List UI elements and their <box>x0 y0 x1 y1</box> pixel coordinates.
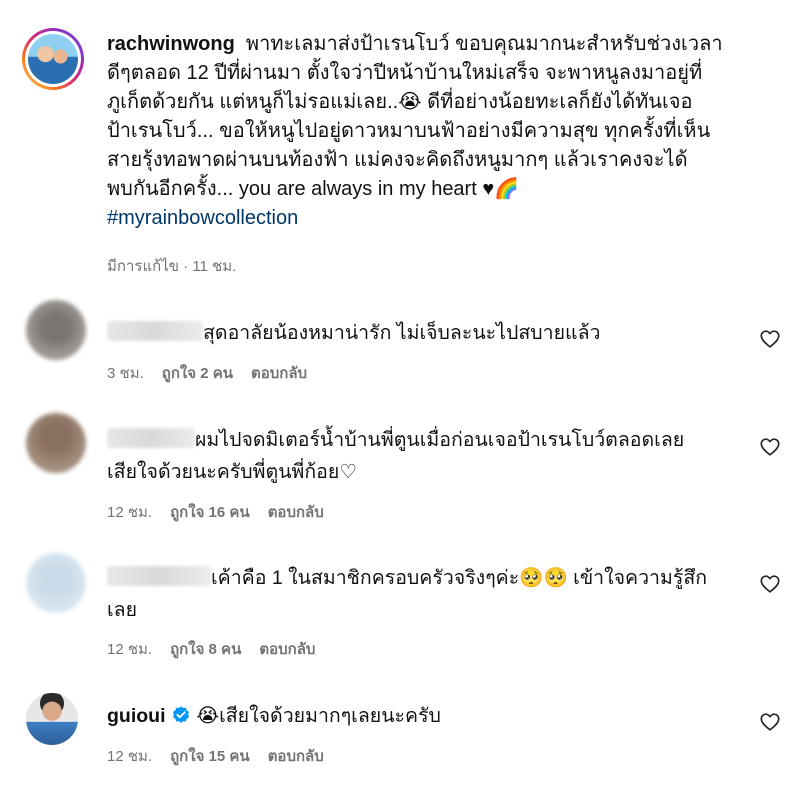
comment-avatar[interactable] <box>26 553 86 613</box>
comment-likes[interactable]: ถูกใจ 16 คน <box>170 500 250 524</box>
comment-meta: 12 ชม. ถูกใจ 8 คน ตอบกลับ <box>107 637 315 661</box>
comment-time: 12 ชม. <box>107 504 153 521</box>
verified-badge-icon <box>172 706 189 723</box>
heart-outline-icon[interactable] <box>759 573 781 595</box>
caption-line: ดีๆตลอด 12 ปีที่ผ่านมา ตั้งใจว่าปีหน้าบ้… <box>107 62 703 84</box>
blurred-username <box>107 321 203 341</box>
reply-button[interactable]: ตอบกลับ <box>251 361 307 385</box>
reply-button[interactable]: ตอบกลับ <box>268 500 324 524</box>
post-meta: มีการแก้ไข · 11 ชม. <box>107 254 236 278</box>
blurred-username <box>107 566 211 586</box>
caption-line: พบกันอีกครั้ง... you are always in my he… <box>107 178 520 200</box>
comment-text: สุดอาลัยน้องหมาน่ารัก ไม่เจ็บละนะไปสบายแ… <box>107 317 747 349</box>
comment-likes[interactable]: ถูกใจ 15 คน <box>170 744 250 768</box>
hashtag-link[interactable]: #myrainbowcollection <box>107 204 787 233</box>
comment-meta: 3 ชม. ถูกใจ 2 คน ตอบกลับ <box>107 361 307 385</box>
comment-username[interactable]: guioui <box>107 705 165 727</box>
caption-line: พาทะเลมาส่งป้าเรนโบว์ ขอบคุณมากนะสำหรับช… <box>245 33 723 55</box>
heart-outline-icon[interactable] <box>759 711 781 733</box>
reply-button[interactable]: ตอบกลับ <box>268 744 324 768</box>
avatar-photo <box>28 34 78 84</box>
comment-body: 😭เสียใจด้วยมากๆเลยนะครับ <box>196 705 441 727</box>
heart-outline-icon[interactable] <box>759 436 781 458</box>
comment-likes[interactable]: ถูกใจ 2 คน <box>162 361 233 385</box>
comment-text: ผมไปจดมิเตอร์น้ำบ้านพี่ตูนเมื่อก่อนเจอป้… <box>107 428 685 483</box>
comment-avatar[interactable] <box>26 300 86 360</box>
comment-time: 12 ชม. <box>107 641 153 658</box>
comment-meta: 12 ชม. ถูกใจ 16 คน ตอบกลับ <box>107 500 324 524</box>
comment-time: 3 ชม. <box>107 365 144 382</box>
post-edited-time: มีการแก้ไข · 11 ชม. <box>107 258 237 275</box>
comment-meta: 12 ชม. ถูกใจ 15 คน ตอบกลับ <box>107 744 324 768</box>
blurred-username <box>107 428 195 448</box>
comment-avatar[interactable] <box>26 693 78 745</box>
comment-likes[interactable]: ถูกใจ 8 คน <box>170 637 241 661</box>
post-author-avatar[interactable] <box>22 28 84 90</box>
caption-line: ภูเก็ตด้วยกัน แต่หนูก็ไม่รอแม่เลย..😭 ดีท… <box>107 91 693 113</box>
comment-text: เค้าคือ 1 ในสมาชิกครอบครัวจริงๆค่ะ🥺🥺 เข้… <box>107 566 708 621</box>
comment-time: 12 ชม. <box>107 748 153 765</box>
post-author-username[interactable]: rachwinwong <box>107 33 235 55</box>
caption-line: ป้าเรนโบว์... ขอให้หนูไปอยู่ดาวหมาบนฟ้าอ… <box>107 120 711 142</box>
caption-line: สายรุ้งทอพาดผ่านบนท้องฟ้า แม่คงจะคิดถึงห… <box>107 149 688 171</box>
reply-button[interactable]: ตอบกลับ <box>259 637 315 661</box>
comment-text: guioui 😭เสียใจด้วยมากๆเลยนะครับ <box>107 700 747 732</box>
comment-avatar[interactable] <box>26 413 86 473</box>
post-caption: rachwinwong พาทะเลมาส่งป้าเรนโบว์ ขอบคุณ… <box>107 30 787 233</box>
heart-outline-icon[interactable] <box>759 328 781 350</box>
